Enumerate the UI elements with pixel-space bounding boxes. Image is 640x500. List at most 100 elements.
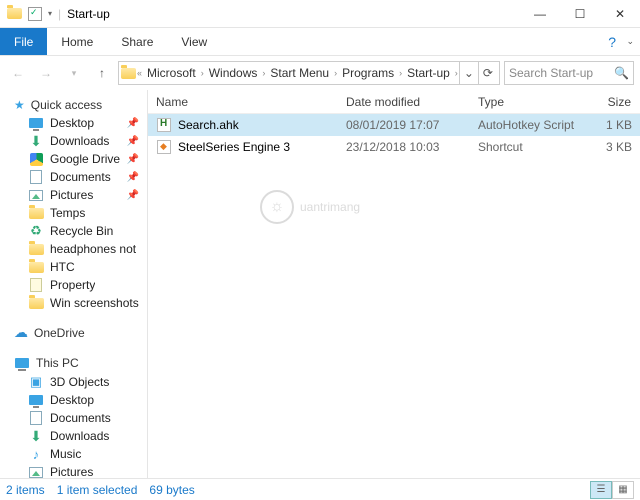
properties-icon[interactable] bbox=[28, 7, 42, 21]
file-name: SteelSeries Engine 3 bbox=[178, 140, 290, 154]
desktop-icon bbox=[28, 115, 44, 131]
folder-icon bbox=[28, 259, 44, 275]
sidebar-item[interactable]: Google Drive📌 bbox=[0, 150, 147, 168]
sidebar-item[interactable]: Pictures bbox=[0, 463, 147, 478]
file-row[interactable]: SteelSeries Engine 3 23/12/2018 10:03Shor… bbox=[148, 136, 640, 158]
sidebar-item-label: 3D Objects bbox=[50, 375, 109, 389]
sidebar-item-label: Music bbox=[50, 447, 81, 461]
onedrive-header[interactable]: ☁ OneDrive bbox=[0, 322, 147, 343]
minimize-button[interactable]: — bbox=[520, 0, 560, 28]
sidebar-item-label: Pictures bbox=[50, 465, 93, 478]
sidebar-item[interactable]: Win screenshots bbox=[0, 294, 147, 312]
sidebar-item[interactable]: Documents📌 bbox=[0, 168, 147, 186]
breadcrumb[interactable]: Programs bbox=[338, 66, 398, 80]
quick-access-label: Quick access bbox=[31, 98, 102, 112]
back-button[interactable]: ← bbox=[6, 61, 30, 85]
details-view-button[interactable]: ☰ bbox=[590, 481, 612, 499]
music-icon: ♪ bbox=[28, 446, 44, 462]
file-size: 08/01/2019 17:07 bbox=[338, 118, 470, 132]
column-name[interactable]: Name bbox=[148, 95, 338, 109]
ss-icon bbox=[156, 139, 172, 155]
file-type: Shortcut bbox=[470, 140, 588, 154]
maximize-button[interactable]: ☐ bbox=[560, 0, 600, 28]
tab-share[interactable]: Share bbox=[107, 28, 167, 55]
file-name-cell: Search.ahk bbox=[148, 117, 338, 133]
breadcrumb[interactable]: Microsoft bbox=[143, 66, 200, 80]
folder-icon bbox=[28, 241, 44, 257]
file-type: AutoHotkey Script bbox=[470, 118, 588, 132]
breadcrumb[interactable]: Windows bbox=[205, 66, 262, 80]
navigation-pane[interactable]: ★ Quick access Desktop📌⬇Downloads📌Google… bbox=[0, 90, 148, 478]
this-pc-header[interactable]: This PC bbox=[0, 353, 147, 373]
quick-access-header[interactable]: ★ Quick access bbox=[0, 96, 147, 114]
folder-icon bbox=[121, 65, 136, 81]
file-name: Search.ahk bbox=[178, 118, 239, 132]
sidebar-item-label: Property bbox=[50, 278, 95, 292]
pc-icon bbox=[14, 355, 30, 371]
pin-icon: 📌 bbox=[127, 136, 143, 147]
address-row: ← → ▾ ↑ « Microsoft › Windows › Start Me… bbox=[0, 56, 640, 90]
file-list[interactable]: Search.ahk 08/01/2019 17:07AutoHotkey Scr… bbox=[148, 114, 640, 478]
search-input[interactable]: Search Start-up 🔍 bbox=[504, 61, 634, 85]
sidebar-item[interactable]: ▣3D Objects bbox=[0, 373, 147, 391]
sidebar-item[interactable]: HTC bbox=[0, 258, 147, 276]
sidebar-item[interactable]: Desktop bbox=[0, 391, 147, 409]
sidebar-item[interactable]: ⬇Downloads📌 bbox=[0, 132, 147, 150]
view-buttons: ☰ ▦ bbox=[590, 481, 634, 499]
file-row[interactable]: Search.ahk 08/01/2019 17:07AutoHotkey Scr… bbox=[148, 114, 640, 136]
sidebar-item-label: Downloads bbox=[50, 429, 109, 443]
sidebar-item[interactable]: headphones not bbox=[0, 240, 147, 258]
sidebar-item[interactable]: Property bbox=[0, 276, 147, 294]
search-icon[interactable]: 🔍 bbox=[614, 66, 629, 80]
sidebar-item-label: Documents bbox=[50, 411, 111, 425]
status-items: 2 items bbox=[6, 483, 45, 497]
column-headers: Name Date modified Type Size bbox=[148, 90, 640, 114]
column-type[interactable]: Type bbox=[470, 95, 588, 109]
column-size[interactable]: Size bbox=[588, 95, 640, 109]
pin-icon: 📌 bbox=[127, 172, 143, 183]
sidebar-item-label: Recycle Bin bbox=[50, 224, 113, 238]
recent-dropdown-icon[interactable]: ▾ bbox=[62, 61, 86, 85]
doc-icon bbox=[28, 169, 44, 185]
file-size: 23/12/2018 10:03 bbox=[338, 140, 470, 154]
column-date[interactable]: Date modified bbox=[338, 95, 470, 109]
tab-home[interactable]: Home bbox=[47, 28, 107, 55]
address-dropdown-icon[interactable]: ⌄ bbox=[459, 62, 478, 84]
sidebar-item[interactable]: ♪ Music bbox=[0, 445, 147, 463]
onedrive-icon: ☁ bbox=[14, 324, 28, 341]
breadcrumb[interactable]: Start Menu bbox=[266, 66, 333, 80]
sidebar-item-label: Win screenshots bbox=[50, 296, 139, 310]
expand-ribbon-icon[interactable]: ⌄ bbox=[626, 36, 634, 47]
status-bar: 2 items 1 item selected 69 bytes ☰ ▦ bbox=[0, 478, 640, 500]
sidebar-item[interactable]: ♻Recycle Bin bbox=[0, 222, 147, 240]
sidebar-item-label: Desktop bbox=[50, 393, 94, 407]
qat-dropdown-icon[interactable]: ▾ bbox=[48, 9, 52, 18]
file-name-cell: SteelSeries Engine 3 bbox=[148, 139, 338, 155]
help-icon[interactable]: ? bbox=[608, 34, 616, 50]
close-button[interactable]: ✕ bbox=[600, 0, 640, 28]
sidebar-item[interactable]: Temps bbox=[0, 204, 147, 222]
tab-view[interactable]: View bbox=[167, 28, 221, 55]
onedrive-label: OneDrive bbox=[34, 326, 85, 340]
file-tab[interactable]: File bbox=[0, 28, 47, 55]
sidebar-item[interactable]: Pictures📌 bbox=[0, 186, 147, 204]
folder-icon bbox=[28, 205, 44, 221]
breadcrumb[interactable]: Start-up bbox=[403, 66, 454, 80]
pic-icon bbox=[28, 187, 44, 203]
quick-access-toolbar: ▾ | bbox=[0, 6, 61, 22]
sidebar-item[interactable]: ⬇ Downloads bbox=[0, 427, 147, 445]
gdrive-icon bbox=[28, 151, 44, 167]
doc-icon bbox=[28, 410, 44, 426]
address-bar[interactable]: « Microsoft › Windows › Start Menu › Pro… bbox=[118, 61, 500, 85]
sidebar-item[interactable]: Desktop📌 bbox=[0, 114, 147, 132]
sidebar-item-label: Desktop bbox=[50, 116, 94, 130]
downloads-icon: ⬇ bbox=[28, 428, 44, 444]
sidebar-item[interactable]: Documents bbox=[0, 409, 147, 427]
chevron-right-icon[interactable]: « bbox=[136, 68, 143, 78]
refresh-button[interactable]: ⟳ bbox=[478, 62, 497, 84]
search-placeholder: Search Start-up bbox=[509, 66, 593, 80]
forward-button[interactable]: → bbox=[34, 61, 58, 85]
icons-view-button[interactable]: ▦ bbox=[612, 481, 634, 499]
up-button[interactable]: ↑ bbox=[90, 61, 114, 85]
main-area: ★ Quick access Desktop📌⬇Downloads📌Google… bbox=[0, 90, 640, 478]
